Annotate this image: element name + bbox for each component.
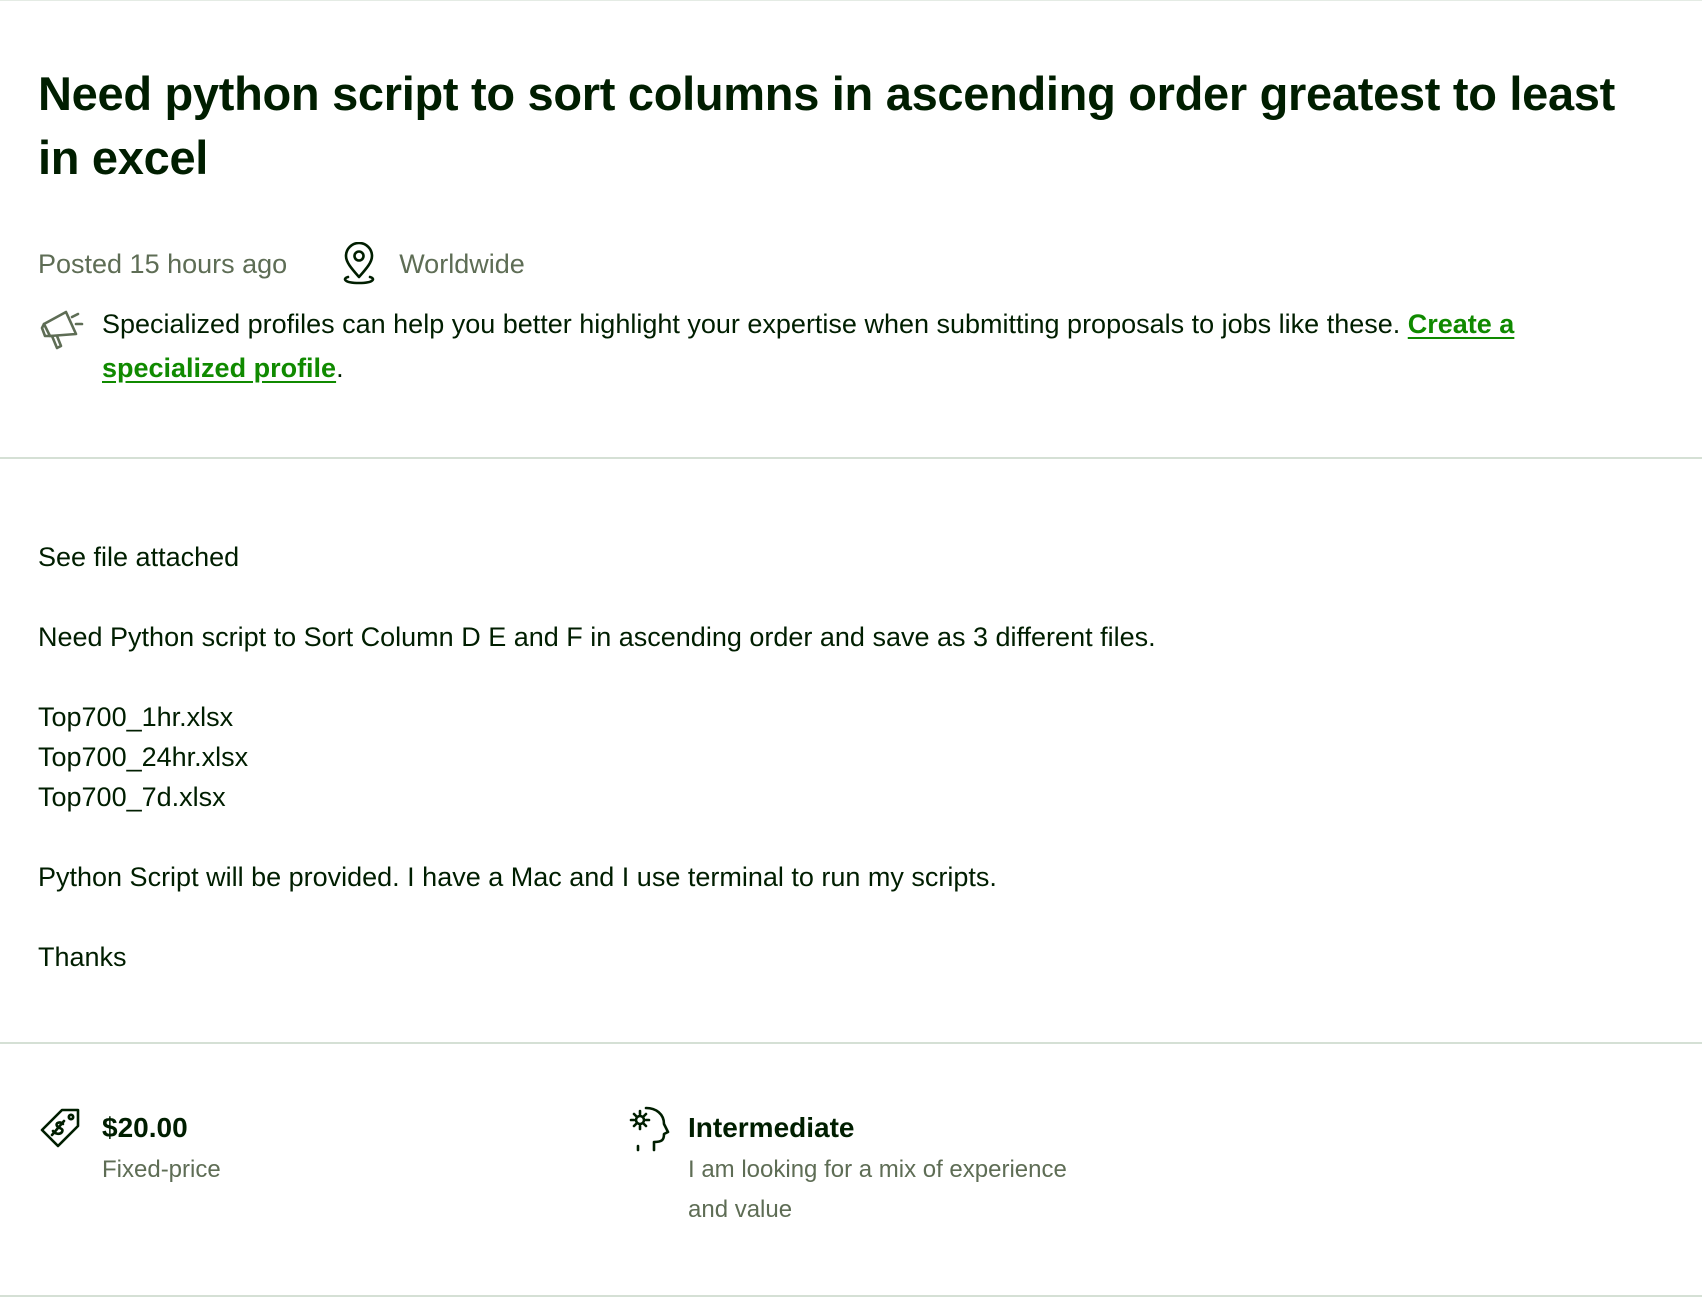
- budget-feature: $20.00 Fixed-price: [38, 1106, 502, 1190]
- file-name: Top700_7d.xlsx: [38, 782, 226, 812]
- section-divider: [0, 1295, 1702, 1297]
- price-tag-icon: [38, 1106, 84, 1152]
- budget-type: Fixed-price: [102, 1156, 221, 1183]
- top-divider: [0, 0, 1702, 1]
- specialized-profile-banner: Specialized profiles can help you better…: [38, 302, 1638, 390]
- promo-text: Specialized profiles can help you better…: [102, 309, 1408, 339]
- job-meta: Posted 15 hours ago Worldwide: [38, 240, 525, 288]
- budget-amount: $20.00: [102, 1112, 188, 1143]
- description-line: Python Script will be provided. I have a…: [38, 862, 997, 892]
- description-line: See file attached: [38, 542, 240, 572]
- promo-suffix: .: [336, 353, 344, 383]
- budget-details: $20.00 Fixed-price: [102, 1106, 502, 1190]
- posted-time: Posted 15 hours ago: [38, 248, 288, 279]
- section-divider: [0, 457, 1702, 459]
- job-description: See file attached Need Python script to …: [38, 537, 1638, 977]
- description-line: Need Python script to Sort Column D E an…: [38, 622, 1156, 652]
- expertise-head-icon: [624, 1106, 670, 1152]
- experience-level: Intermediate: [688, 1112, 855, 1143]
- promo-message: Specialized profiles can help you better…: [102, 302, 1622, 390]
- job-title: Need python script to sort columns in as…: [38, 67, 1615, 184]
- section-divider: [0, 1042, 1702, 1044]
- experience-details: Intermediate I am looking for a mix of e…: [688, 1106, 1088, 1230]
- map-pin-icon: [339, 242, 379, 286]
- job-location: Worldwide: [399, 248, 525, 279]
- file-name: Top700_1hr.xlsx: [38, 702, 234, 732]
- file-name: Top700_24hr.xlsx: [38, 742, 249, 772]
- megaphone-icon: [38, 306, 84, 352]
- experience-description: I am looking for a mix of experience and…: [688, 1156, 1067, 1223]
- description-line: Thanks: [38, 942, 127, 972]
- job-details-page: Need python script to sort columns in as…: [0, 0, 1702, 1306]
- experience-feature: Intermediate I am looking for a mix of e…: [624, 1106, 1088, 1230]
